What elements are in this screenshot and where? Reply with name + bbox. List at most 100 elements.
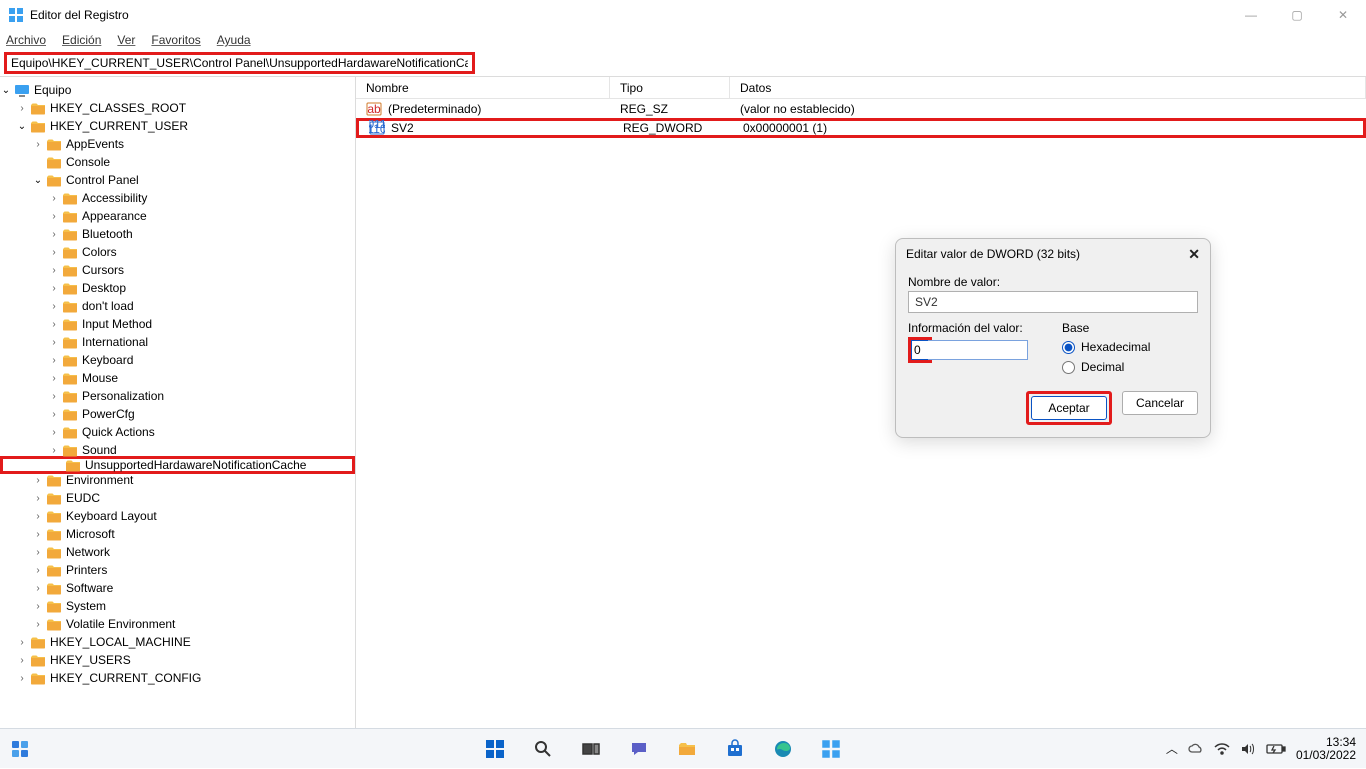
tree-item[interactable]: ›PowerCfg [0,405,355,423]
search-icon[interactable] [523,729,563,769]
menu-favorites[interactable]: Favoritos [151,33,200,47]
tree-item[interactable]: ›Personalization [0,387,355,405]
tray-volume-icon[interactable] [1240,743,1256,755]
tree-expand-icon[interactable]: › [16,655,28,666]
tree-expand-icon[interactable]: › [48,445,60,456]
radio-decimal[interactable] [1062,361,1075,374]
tree-item[interactable]: ›Cursors [0,261,355,279]
tree-item[interactable]: ›Network [0,543,355,561]
tree-expand-icon[interactable]: › [48,319,60,330]
tree-item[interactable]: ⌄HKEY_CURRENT_USER [0,117,355,135]
tree-item[interactable]: ⌄Control Panel [0,171,355,189]
close-button[interactable]: ✕ [1320,0,1366,30]
registry-value-row[interactable]: 011110SV2REG_DWORD0x00000001 (1) [356,118,1366,138]
tree-expand-icon[interactable]: › [32,547,44,558]
tree-expand-icon[interactable]: › [48,229,60,240]
address-input[interactable] [11,56,468,70]
regedit-taskbar-icon[interactable] [811,729,851,769]
tree-expand-icon[interactable]: › [48,373,60,384]
tree-expand-icon[interactable]: › [32,475,44,486]
explorer-icon[interactable] [667,729,707,769]
tree-item[interactable]: ›HKEY_USERS [0,651,355,669]
minimize-button[interactable]: — [1228,0,1274,30]
tree-expand-icon[interactable]: › [16,673,28,684]
radio-hexadecimal[interactable] [1062,341,1075,354]
tree-item[interactable]: ›Keyboard [0,351,355,369]
taskbar-clock[interactable]: 13:34 01/03/2022 [1296,736,1356,762]
tree-item[interactable]: ›EUDC [0,489,355,507]
tree-expand-icon[interactable]: › [48,427,60,438]
tree-pane[interactable]: ⌄Equipo›HKEY_CLASSES_ROOT⌄HKEY_CURRENT_U… [0,77,356,736]
tree-item[interactable]: ›Colors [0,243,355,261]
tree-expand-icon[interactable]: › [48,409,60,420]
tree-expand-icon[interactable]: › [48,193,60,204]
tree-expand-icon[interactable]: › [32,139,44,150]
tray-battery-icon[interactable] [1266,743,1286,755]
tray-wifi-icon[interactable] [1214,743,1230,755]
address-bar[interactable] [4,52,475,74]
tree-expand-icon[interactable]: ⌄ [16,121,28,132]
tree-item[interactable]: ›Appearance [0,207,355,225]
tree-item[interactable]: ›AppEvents [0,135,355,153]
tree-expand-icon[interactable]: ⌄ [0,85,12,96]
tree-expand-icon[interactable]: › [32,601,44,612]
tree-item[interactable]: ›HKEY_CURRENT_CONFIG [0,669,355,687]
tree-item[interactable]: ›Quick Actions [0,423,355,441]
tree-item[interactable]: ›Bluetooth [0,225,355,243]
col-data[interactable]: Datos [730,77,1366,98]
chat-icon[interactable] [619,729,659,769]
edge-icon[interactable] [763,729,803,769]
tree-expand-icon[interactable]: › [48,355,60,366]
tree-expand-icon[interactable]: › [48,301,60,312]
tree-expand-icon[interactable]: › [16,103,28,114]
registry-value-row[interactable]: ab(Predeterminado)REG_SZ(valor no establ… [356,99,1366,119]
dialog-titlebar[interactable]: Editar valor de DWORD (32 bits) ✕ [896,239,1210,269]
menu-view[interactable]: Ver [117,33,135,47]
tree-item[interactable]: ›don't load [0,297,355,315]
col-type[interactable]: Tipo [610,77,730,98]
menu-help[interactable]: Ayuda [217,33,251,47]
tree-expand-icon[interactable]: › [32,565,44,576]
tree-item[interactable]: ›Mouse [0,369,355,387]
menu-file[interactable]: Archivo [6,33,46,47]
tree-expand-icon[interactable]: › [48,265,60,276]
menu-edit[interactable]: Edición [62,33,101,47]
tree-item[interactable]: ›Keyboard Layout [0,507,355,525]
tree-expand-icon[interactable]: › [48,247,60,258]
tree-expand-icon[interactable]: › [32,529,44,540]
store-icon[interactable] [715,729,755,769]
start-icon[interactable] [475,729,515,769]
tree-expand-icon[interactable]: › [32,493,44,504]
tree-item[interactable]: ⌄Equipo [0,81,355,99]
tree-expand-icon[interactable]: › [32,583,44,594]
value-input-ext[interactable] [928,340,1028,360]
name-input[interactable] [908,291,1198,313]
tree-expand-icon[interactable]: › [48,211,60,222]
tree-item[interactable]: Console [0,153,355,171]
list-pane[interactable]: Nombre Tipo Datos ab(Predeterminado)REG_… [356,77,1366,736]
tree-expand-icon[interactable]: › [32,511,44,522]
dialog-close-icon[interactable]: ✕ [1188,246,1200,263]
tree-expand-icon[interactable]: › [16,637,28,648]
tree-expand-icon[interactable]: › [32,619,44,630]
tree-item[interactable]: ›HKEY_CLASSES_ROOT [0,99,355,117]
col-name[interactable]: Nombre [356,77,610,98]
tree-item[interactable]: ›Desktop [0,279,355,297]
tree-expand-icon[interactable]: ⌄ [32,175,44,186]
tray-onedrive-icon[interactable] [1188,743,1204,755]
tree-item[interactable]: ›International [0,333,355,351]
tree-item[interactable]: ›Volatile Environment [0,615,355,633]
tree-expand-icon[interactable]: › [48,337,60,348]
tree-expand-icon[interactable]: › [48,283,60,294]
tree-expand-icon[interactable]: › [48,391,60,402]
tree-item[interactable]: ›HKEY_LOCAL_MACHINE [0,633,355,651]
taskview-icon[interactable] [571,729,611,769]
tree-item[interactable]: ›Printers [0,561,355,579]
tree-item[interactable]: ›System [0,597,355,615]
tree-item[interactable]: ›Software [0,579,355,597]
widgets-icon[interactable] [0,729,40,769]
tree-item[interactable]: ›Accessibility [0,189,355,207]
value-input[interactable] [911,340,929,360]
cancel-button[interactable]: Cancelar [1122,391,1198,415]
tree-item[interactable]: ›Environment [0,471,355,489]
